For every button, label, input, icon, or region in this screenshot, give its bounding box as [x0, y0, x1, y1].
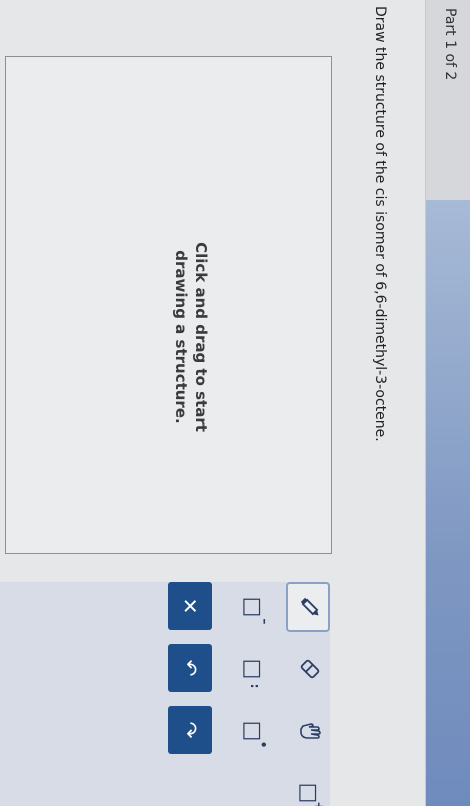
grab-tool[interactable] [286, 706, 330, 756]
drawing-canvas[interactable]: Click and drag to start drawing a struct… [5, 56, 332, 554]
eraser-tool[interactable] [286, 644, 330, 694]
undo-button[interactable]: ↶ [168, 644, 212, 692]
part-label: Part 1 of 2 [442, 8, 458, 81]
clear-button[interactable]: ✕ [168, 582, 212, 630]
screen: Part 1 of 2 Draw the structure of the ci… [0, 0, 470, 806]
drawing-hint-line2: drawing a structure. [172, 250, 190, 424]
add-atom-tool[interactable]: □+ [286, 768, 330, 806]
charge-icon: □ – [240, 596, 272, 625]
redo-icon: ↷ [178, 721, 202, 739]
eraser-icon [293, 656, 324, 682]
charge-tool[interactable]: □ – [230, 582, 274, 632]
undo-icon: ↶ [178, 659, 202, 677]
close-icon: ✕ [178, 597, 202, 615]
question-text: Draw the structure of the cis isomer of … [372, 6, 388, 442]
header-accent-bar [426, 200, 470, 806]
lone-pair-icon: □: [240, 658, 265, 689]
part-header: Part 1 of 2 [425, 0, 470, 806]
lone-pair-tool[interactable]: □: [230, 644, 274, 694]
drawing-toolbar: □+ □– □: □• ✕ ↶ ↷ [0, 582, 330, 806]
drawing-hint: Click and drag to start drawing a struct… [171, 207, 211, 467]
hand-icon [293, 718, 324, 744]
radical-tool[interactable]: □ • [230, 706, 274, 756]
drawing-hint-line1: Click and drag to start [192, 242, 210, 432]
redo-button[interactable]: ↷ [168, 706, 212, 754]
pencil-icon [293, 594, 324, 620]
atom-plus-icon: □+ [296, 782, 326, 806]
pencil-tool[interactable] [286, 582, 330, 632]
radical-icon: □ • [240, 720, 270, 749]
